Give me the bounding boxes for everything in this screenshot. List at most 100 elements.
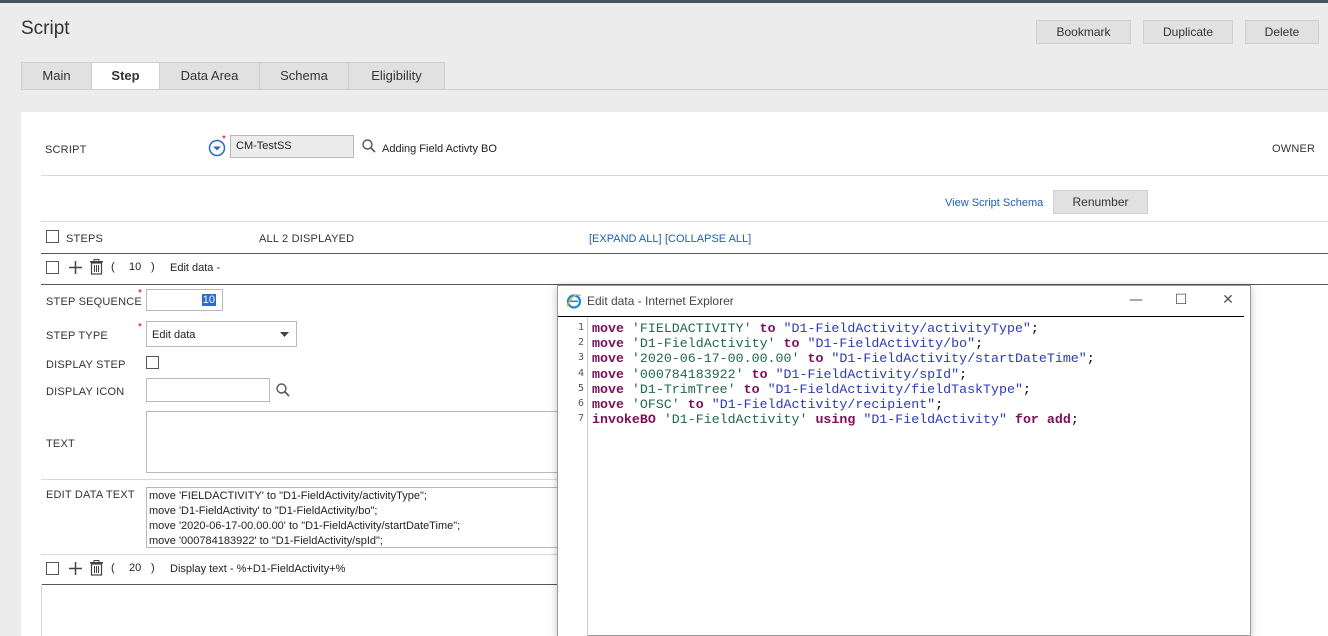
- tab-data-area[interactable]: Data Area: [159, 62, 259, 90]
- code-line: move '2020-06-17-00.00.00' to "D1-FieldA…: [592, 351, 1095, 366]
- code-token: move: [592, 397, 624, 412]
- required-marker: *: [138, 322, 142, 333]
- maximize-icon[interactable]: ☐: [1171, 290, 1191, 310]
- text-textarea[interactable]: [146, 411, 558, 473]
- script-description: Adding Field Activty BO: [382, 143, 497, 155]
- code-token: to: [687, 397, 704, 412]
- code-line: move 'D1-FieldActivity' to "D1-FieldActi…: [592, 336, 983, 351]
- display-icon-label: DISPLAY ICON: [46, 386, 125, 398]
- paren-close: ): [151, 261, 155, 273]
- required-marker: *: [138, 288, 142, 299]
- code-line: invokeBO 'D1-FieldActivity' using "D1-Fi…: [592, 412, 1079, 427]
- code-token: to: [783, 336, 800, 351]
- display-icon-input[interactable]: [146, 378, 270, 402]
- step-sequence-input[interactable]: 10: [146, 289, 223, 311]
- tab-eligibility[interactable]: Eligibility: [348, 62, 445, 90]
- duplicate-button[interactable]: Duplicate: [1143, 20, 1233, 44]
- display-step-checkbox[interactable]: [146, 356, 159, 369]
- minimize-icon[interactable]: —: [1126, 290, 1146, 310]
- code-token: "D1-FieldActivity/activityType": [783, 321, 1031, 336]
- selected-text: 10: [201, 294, 216, 306]
- tab-step[interactable]: Step: [91, 62, 159, 90]
- step-row-checkbox[interactable]: [46, 562, 59, 575]
- code-token: '000784183922': [631, 367, 744, 382]
- code-token: 'OFSC': [631, 397, 680, 412]
- top-bar: [0, 0, 1328, 3]
- code-token: 'D1-FieldActivity': [663, 412, 808, 427]
- divider: [41, 554, 557, 555]
- code-token: move: [592, 382, 624, 397]
- code-token: "D1-FieldActivity/bo": [807, 336, 976, 351]
- line-number-gutter: 1 2 3 4 5 6 7: [558, 317, 588, 636]
- divider: [41, 221, 1328, 222]
- code-line: move 'FIELDACTIVITY' to "D1-FieldActivit…: [592, 321, 1039, 336]
- select-all-checkbox[interactable]: [46, 230, 59, 243]
- code-token: for add: [1014, 412, 1071, 427]
- line-number: 4: [577, 368, 584, 379]
- code-line: move 'D1-TrimTree' to "D1-FieldActivity/…: [592, 382, 1031, 397]
- code-token: to: [759, 321, 776, 336]
- code-token: ;: [1030, 321, 1039, 336]
- code-token: ;: [1022, 382, 1031, 397]
- code-token: move: [592, 351, 624, 366]
- step-type-label: STEP TYPE: [46, 330, 108, 342]
- add-icon[interactable]: [68, 561, 83, 576]
- code-editor[interactable]: 1 2 3 4 5 6 7 move 'FIELDACTIVITY' to "D…: [558, 316, 1244, 636]
- tab-divider: [21, 89, 1328, 90]
- code-token: move: [592, 367, 624, 382]
- edit-data-textarea[interactable]: move 'FIELDACTIVITY' to "D1-FieldActivit…: [146, 487, 558, 548]
- step-summary: Edit data -: [170, 262, 221, 274]
- line-number: 7: [577, 413, 584, 424]
- step-type-select[interactable]: Edit data: [146, 321, 297, 347]
- edit-data-line: move 'D1-FieldActivity' to "D1-FieldActi…: [149, 505, 378, 517]
- popup-title: Edit data - Internet Explorer: [587, 294, 734, 308]
- line-number: 6: [577, 398, 584, 409]
- divider: [41, 175, 1328, 176]
- view-script-schema-link[interactable]: View Script Schema: [945, 197, 1043, 209]
- search-icon[interactable]: [276, 383, 290, 397]
- code-token: "D1-FieldActivity/recipient": [711, 397, 936, 412]
- renumber-button[interactable]: Renumber: [1053, 190, 1148, 214]
- trash-icon[interactable]: [89, 259, 104, 275]
- step-sequence-label: STEP SEQUENCE: [46, 296, 142, 308]
- line-number: 3: [577, 352, 584, 363]
- code-token: move: [592, 336, 624, 351]
- divider: [41, 479, 557, 480]
- code-token: using: [815, 412, 856, 427]
- paren-close: ): [151, 562, 155, 574]
- edit-data-line: move '000784183922' to "D1-FieldActivity…: [149, 535, 383, 547]
- delete-button[interactable]: Delete: [1245, 20, 1319, 44]
- tab-bar: Main Step Data Area Schema Eligibility: [21, 62, 445, 90]
- step-row-checkbox[interactable]: [46, 261, 59, 274]
- collapse-all-link[interactable]: [COLLAPSE ALL]: [665, 233, 751, 245]
- code-token: "D1-FieldActivity/spId": [775, 367, 960, 382]
- required-marker: *: [222, 134, 226, 145]
- text-label: TEXT: [46, 438, 75, 450]
- script-code-input[interactable]: CM-TestSS: [230, 135, 354, 158]
- tab-schema[interactable]: Schema: [259, 62, 348, 90]
- code-token: "D1-FieldActivity/fieldTaskType": [767, 382, 1023, 397]
- code-token: 'D1-FieldActivity': [631, 336, 776, 351]
- edit-data-popup-window[interactable]: Edit data - Internet Explorer — ☐ ✕ 1 2 …: [557, 285, 1251, 636]
- add-icon[interactable]: [68, 260, 83, 275]
- code-token: "D1-FieldActivity": [863, 412, 1007, 427]
- steps-count: ALL 2 DISPLAYED: [259, 233, 355, 245]
- code-token: 'FIELDACTIVITY': [631, 321, 752, 336]
- tab-main[interactable]: Main: [21, 62, 91, 90]
- line-number: 1: [577, 322, 584, 333]
- close-icon[interactable]: ✕: [1218, 290, 1238, 310]
- trash-icon[interactable]: [89, 560, 104, 576]
- edit-data-line: move 'FIELDACTIVITY' to "D1-FieldActivit…: [149, 490, 427, 502]
- expand-all-link[interactable]: [EXPAND ALL]: [589, 233, 662, 245]
- search-icon[interactable]: [362, 139, 376, 153]
- divider: [41, 584, 42, 636]
- bookmark-button[interactable]: Bookmark: [1036, 20, 1131, 44]
